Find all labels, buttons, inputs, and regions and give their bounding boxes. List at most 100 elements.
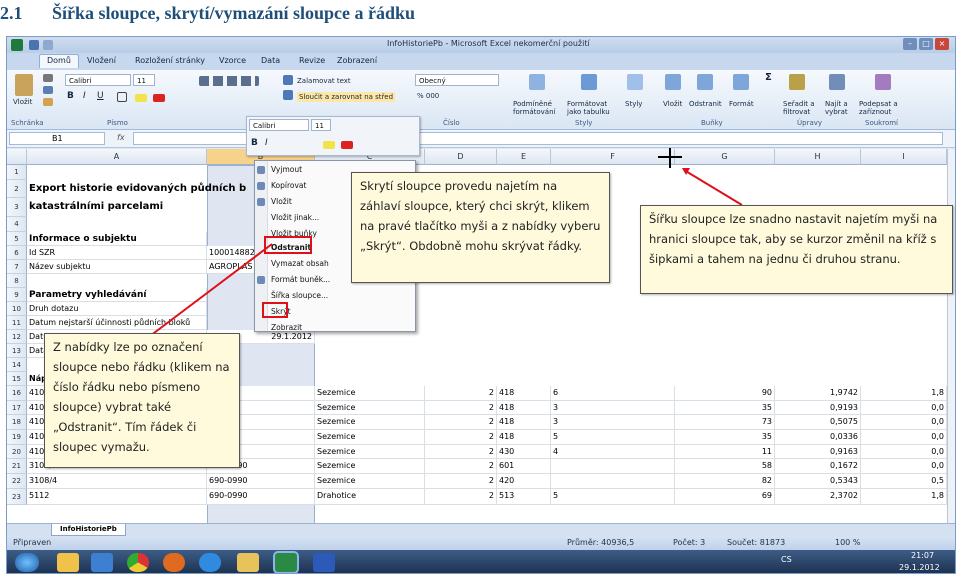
row-header[interactable]: 16 — [7, 386, 27, 401]
bold-button[interactable]: B — [67, 92, 74, 101]
start-icon[interactable] — [15, 553, 39, 572]
table-cell[interactable]: 2 — [425, 415, 497, 430]
table-cell[interactable]: 1,8 — [861, 386, 947, 401]
table-cell[interactable]: Sezemice — [315, 474, 425, 489]
delete-cells-icon[interactable] — [697, 74, 713, 90]
table-cell[interactable]: 58 — [675, 459, 775, 474]
table-cell[interactable]: 82 — [675, 474, 775, 489]
table-cell[interactable]: Sezemice — [315, 415, 425, 430]
table-cell[interactable]: 2 — [425, 386, 497, 401]
table-cell[interactable]: 0,1672 — [775, 459, 861, 474]
cell-a5[interactable]: Id SZR — [27, 246, 207, 260]
table-cell[interactable]: Sezemice — [315, 386, 425, 401]
font-size-dropdown[interactable]: 11 — [133, 74, 155, 86]
table-cell[interactable]: 73 — [675, 415, 775, 430]
mini-bold-button[interactable]: B — [251, 139, 258, 148]
table-cell[interactable]: Sezemice — [315, 445, 425, 459]
table-cell[interactable]: 2,3702 — [775, 489, 861, 505]
insert-cells-icon[interactable] — [665, 74, 681, 90]
cell-a10[interactable]: Datum nejstarší účinnosti půdních bloků — [27, 316, 207, 330]
undo-icon[interactable] — [43, 40, 53, 50]
row-header[interactable]: 23 — [7, 489, 27, 505]
tab-vlozeni[interactable]: Vložení — [87, 56, 116, 65]
column-header-d[interactable]: D — [425, 149, 497, 165]
cond-format-icon[interactable] — [529, 74, 545, 90]
table-cell[interactable]: 35 — [675, 430, 775, 445]
table-cell[interactable]: 690-0990 — [207, 474, 315, 489]
row-header[interactable]: 15 — [7, 372, 27, 386]
font-name-dropdown[interactable]: Calibri — [65, 74, 131, 86]
firefox-icon[interactable] — [163, 553, 185, 572]
tab-revize[interactable]: Revize — [299, 56, 325, 65]
table-cell[interactable]: 0,5343 — [775, 474, 861, 489]
italic-button[interactable]: I — [83, 92, 86, 101]
table-cell[interactable] — [551, 474, 675, 489]
table-cell[interactable]: 1,8 — [861, 489, 947, 505]
table-cell[interactable]: 2 — [425, 459, 497, 474]
language-indicator[interactable]: CS — [781, 555, 792, 564]
table-cell[interactable]: Drahotice — [315, 489, 425, 505]
table-cell[interactable]: Sezemice — [315, 401, 425, 415]
row-header[interactable]: 11 — [7, 316, 27, 330]
cell-a9[interactable]: Druh dotazu — [27, 302, 207, 316]
currency-icon[interactable]: % 000 — [417, 92, 439, 100]
table-cell[interactable]: 3 — [551, 415, 675, 430]
media-icon[interactable] — [91, 553, 113, 572]
table-cell[interactable]: 5112 — [27, 489, 207, 505]
table-cell[interactable]: 2 — [425, 445, 497, 459]
row-header[interactable]: 7 — [7, 260, 27, 274]
excel-taskbar-icon[interactable] — [275, 553, 297, 572]
table-cell[interactable]: 2 — [425, 489, 497, 505]
delete-cells-label[interactable]: Odstranit — [689, 100, 722, 108]
column-header-g[interactable]: G — [675, 149, 775, 165]
mini-fill-icon[interactable] — [323, 141, 335, 149]
word-taskbar-icon[interactable] — [313, 553, 335, 572]
table-cell[interactable]: 4 — [551, 445, 675, 459]
sign-icon[interactable] — [875, 74, 891, 90]
mini-italic-button[interactable]: I — [265, 139, 268, 148]
row-header[interactable]: 8 — [7, 274, 27, 288]
table-cell[interactable]: 90 — [675, 386, 775, 401]
table-cell[interactable]: 2 — [425, 401, 497, 415]
table-cell[interactable]: 418 — [497, 430, 551, 445]
table-cell[interactable] — [551, 459, 675, 474]
table-cell[interactable]: 0,0 — [861, 445, 947, 459]
context-menu-item[interactable]: Vložit — [271, 197, 292, 206]
cut-icon[interactable] — [43, 74, 53, 82]
context-menu-item[interactable]: Vložit jinak... — [271, 213, 319, 222]
row-header[interactable]: 6 — [7, 246, 27, 260]
row-header[interactable]: 19 — [7, 430, 27, 445]
row-header[interactable]: 3 — [7, 198, 27, 217]
table-cell[interactable]: 513 — [497, 489, 551, 505]
find-label[interactable]: Najít a vybrat — [825, 100, 861, 116]
fx-icon[interactable]: fx — [117, 133, 125, 142]
tab-rozlozeni[interactable]: Rozložení stránky — [135, 56, 205, 65]
context-menu-item[interactable]: Formát buněk... — [271, 275, 330, 284]
row-header[interactable]: 22 — [7, 474, 27, 489]
table-cell[interactable]: 0,0336 — [775, 430, 861, 445]
underline-button[interactable]: U — [97, 92, 104, 101]
table-cell[interactable]: 0,9163 — [775, 445, 861, 459]
sheet-tab-infohistoriepb[interactable]: InfoHistoriePb — [51, 524, 126, 536]
context-menu-item[interactable]: Kopírovat — [271, 181, 306, 190]
table-cell[interactable]: 5 — [551, 489, 675, 505]
cell-a4[interactable]: Informace o subjektu — [27, 232, 207, 246]
context-menu-item[interactable]: Vymazat obsah — [271, 259, 329, 268]
table-cell[interactable]: 0,5075 — [775, 415, 861, 430]
column-header-i[interactable]: I — [861, 149, 947, 165]
table-cell[interactable]: 1,9742 — [775, 386, 861, 401]
tab-data[interactable]: Data — [261, 56, 280, 65]
sort-label[interactable]: Seřadit a filtrovat — [783, 100, 823, 116]
maximize-button[interactable]: □ — [919, 38, 933, 50]
table-cell[interactable]: 418 — [497, 401, 551, 415]
insert-cells-label[interactable]: Vložit — [663, 100, 682, 108]
row-header[interactable]: 17 — [7, 401, 27, 415]
cell-b5[interactable]: 100014882 — [207, 246, 261, 260]
align-icon[interactable] — [199, 76, 259, 86]
save-icon[interactable] — [29, 40, 39, 50]
borders-icon[interactable] — [117, 92, 127, 102]
cell-a3[interactable]: katastrálními parcelami — [27, 198, 207, 216]
table-cell[interactable]: 0,0 — [861, 430, 947, 445]
table-cell[interactable]: 418 — [497, 415, 551, 430]
row-header[interactable]: 12 — [7, 330, 27, 344]
